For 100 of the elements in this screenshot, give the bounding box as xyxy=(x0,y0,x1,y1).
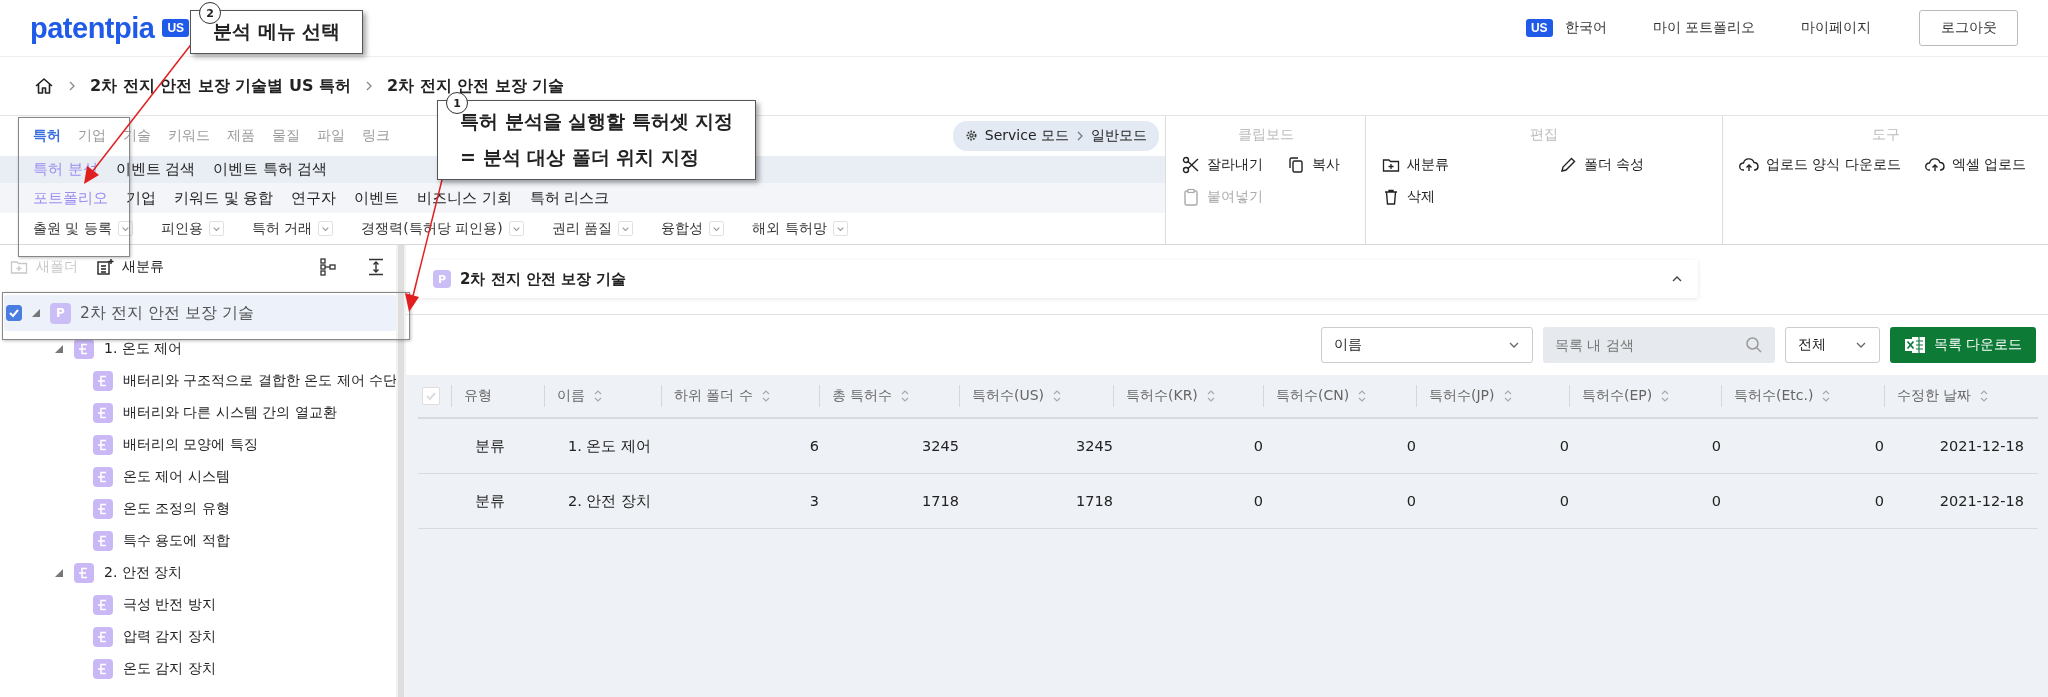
home-icon[interactable] xyxy=(34,76,54,96)
tree-item[interactable]: 압력 감지 장치 xyxy=(0,621,396,653)
sort-icon[interactable] xyxy=(1053,389,1062,403)
logo[interactable]: patentpia xyxy=(30,11,155,45)
sort-icon[interactable] xyxy=(1661,389,1670,403)
tree-root-row[interactable]: P 2차 전지 안전 보장 기술 xyxy=(4,295,396,331)
section-tab[interactable]: 이벤트 xyxy=(354,188,400,208)
column-header[interactable]: 특허수(Etc.) xyxy=(1721,385,1884,407)
menu-item[interactable]: 특허 거래 xyxy=(251,219,313,238)
header-link[interactable]: 마이 포트폴리오 xyxy=(1652,19,1755,37)
tree-item[interactable]: 배터리와 구조적으로 결합한 온도 제어 수단 xyxy=(0,365,396,397)
category-icon xyxy=(93,467,113,487)
column-header[interactable]: 총 특허수 xyxy=(819,385,959,407)
menu-item[interactable]: 피인용 xyxy=(160,219,203,238)
breadcrumb-link[interactable]: 2차 전지 안전 보장 기술별 US 특허 xyxy=(90,75,352,97)
dropdown-icon[interactable] xyxy=(208,221,224,237)
trash-icon xyxy=(1382,188,1400,206)
checkbox[interactable] xyxy=(6,305,22,321)
section-tab[interactable]: 기업 xyxy=(126,188,156,208)
column-header[interactable]: 특허수(JP) xyxy=(1416,385,1569,407)
menu-item[interactable]: 해외 특허망 xyxy=(752,219,827,238)
dropdown-icon[interactable] xyxy=(117,221,133,237)
tree-item[interactable]: 온도 조정의 유형 xyxy=(0,493,396,525)
category-icon xyxy=(93,499,113,519)
tree-item[interactable]: 극성 반전 방지 xyxy=(0,589,396,621)
dropdown-icon[interactable] xyxy=(318,221,334,237)
toolbar-action[interactable]: 삭제 xyxy=(1382,188,1449,206)
logo-badge: US xyxy=(162,19,190,37)
toolbar-action[interactable]: 복사 xyxy=(1287,156,1340,174)
scope-select[interactable]: 전체 xyxy=(1785,327,1880,363)
toolbar-action[interactable]: 새분류 xyxy=(1382,156,1449,174)
section-tab[interactable]: 특허 리스크 xyxy=(529,188,610,208)
step-number: 2 xyxy=(199,2,221,24)
sort-icon[interactable] xyxy=(1358,389,1367,403)
sort-icon[interactable] xyxy=(901,389,910,403)
toolbar-action[interactable]: 잘라내기 xyxy=(1182,156,1263,174)
hierarchy-icon[interactable] xyxy=(320,258,336,276)
section-tab[interactable]: 키워드 및 융합 xyxy=(174,188,274,208)
column-header[interactable]: 특허수(EP) xyxy=(1569,385,1721,407)
toolbar-action[interactable]: 폴더 속성 xyxy=(1559,156,1645,174)
section-tab[interactable]: 연구자 xyxy=(291,188,337,208)
sort-icon[interactable] xyxy=(1822,389,1831,403)
folder-plus-icon xyxy=(10,258,28,276)
toolbar-action[interactable]: 엑셀 업로드 xyxy=(1924,156,2027,174)
table-cell-text: 0 xyxy=(1873,493,1884,509)
menu-tab[interactable]: 특허 xyxy=(33,126,61,145)
dropdown-icon[interactable] xyxy=(508,221,524,237)
chevron-icon xyxy=(365,80,374,92)
submenu-tab[interactable]: 이벤트 특허 검색 xyxy=(213,160,328,180)
tree-item[interactable]: 배터리의 모양에 특징 xyxy=(0,429,396,461)
dropdown-icon[interactable] xyxy=(618,221,634,237)
category-icon xyxy=(93,659,113,679)
column-header[interactable]: 특허수(US) xyxy=(959,385,1113,407)
expand-arrow-icon[interactable] xyxy=(55,569,63,577)
header-link[interactable]: 마이페이지 xyxy=(1801,19,1871,37)
download-button[interactable]: 목록 다운로드 xyxy=(1890,327,2036,363)
collapse-icon[interactable] xyxy=(1671,275,1683,283)
column-header[interactable]: 이름 xyxy=(544,385,661,407)
expand-icon[interactable] xyxy=(368,258,384,276)
table-cell-text: 1. 온도 제어 xyxy=(567,436,653,456)
column-header[interactable]: 유형 xyxy=(451,385,544,407)
sort-icon[interactable] xyxy=(1206,389,1215,403)
sort-icon[interactable] xyxy=(594,389,602,403)
logout-button[interactable]: 로그아웃 xyxy=(1919,10,2018,46)
tree-item[interactable]: 온도 제어 시스템 xyxy=(0,461,396,493)
sidebar-action[interactable]: 새분류 xyxy=(96,258,164,276)
column-header[interactable]: 하위 폴더 수 xyxy=(661,385,819,407)
sort-icon[interactable] xyxy=(761,389,770,403)
column-header[interactable]: 특허수(KR) xyxy=(1113,385,1263,407)
tree-item[interactable]: 1. 온도 제어 xyxy=(0,333,396,365)
folder-title: 2차 전지 안전 보장 기술 xyxy=(460,269,627,289)
tree-item[interactable]: 배터리와 다른 시스템 간의 열교환 xyxy=(0,397,396,429)
dropdown-icon[interactable] xyxy=(832,221,848,237)
tree-item[interactable]: 2. 안전 장치 xyxy=(0,557,396,589)
table-cell-text: 0 xyxy=(1558,438,1569,454)
search-field[interactable]: 목록 내 검색 xyxy=(1543,327,1775,363)
expand-arrow-icon[interactable] xyxy=(32,309,40,317)
search-icon[interactable] xyxy=(1745,336,1763,354)
menu-item[interactable]: 권리 품질 xyxy=(551,219,613,238)
sort-icon[interactable] xyxy=(1980,389,1989,403)
toolbar-action[interactable]: 업로드 양식 다운로드 xyxy=(1739,156,1901,174)
dropdown-icon[interactable] xyxy=(709,221,725,237)
column-header[interactable]: 특허수(CN) xyxy=(1263,385,1416,407)
table-cell-text: 0 xyxy=(1405,493,1416,509)
menu-item[interactable]: 출원 및 등록 xyxy=(33,219,112,238)
menu-item[interactable]: 융합성 xyxy=(661,219,704,238)
scissors-icon xyxy=(1182,156,1200,174)
tree-item[interactable]: 온도 감지 장치 xyxy=(0,653,396,685)
language-link[interactable]: 한국어 xyxy=(1564,19,1607,37)
expand-arrow-icon[interactable] xyxy=(55,345,63,353)
sort-icon[interactable] xyxy=(1503,389,1512,403)
column-header[interactable]: 수정한 날짜 xyxy=(1884,385,2024,407)
table-cell-text: 1718 xyxy=(1075,493,1113,509)
field-select[interactable]: 이름 xyxy=(1321,327,1533,363)
scrollbar[interactable] xyxy=(398,245,404,697)
submenu-tab[interactable]: 이벤트 검색 xyxy=(115,160,196,180)
add-list-icon xyxy=(96,258,114,276)
clipboard-icon xyxy=(1182,188,1200,206)
tree-item[interactable]: 특수 용도에 적합 xyxy=(0,525,396,557)
table-cell-text: 3 xyxy=(808,493,819,509)
